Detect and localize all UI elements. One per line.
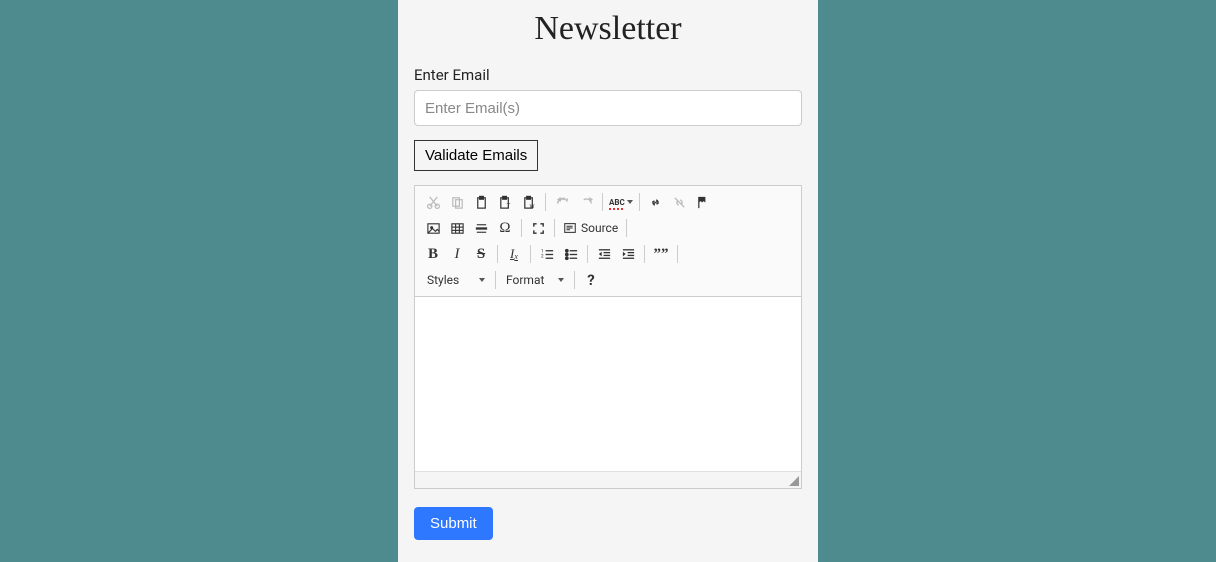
source-button[interactable]: Source: [559, 216, 622, 240]
chevron-down-icon: [627, 200, 633, 204]
format-dropdown[interactable]: Format: [500, 268, 570, 292]
separator: [495, 271, 496, 289]
paste-icon[interactable]: [469, 190, 493, 214]
separator: [545, 193, 546, 211]
special-char-icon[interactable]: Ω: [493, 216, 517, 240]
paste-text-icon[interactable]: T: [493, 190, 517, 214]
newsletter-panel: Newsletter Enter Email Validate Emails T: [398, 0, 818, 562]
separator: [521, 219, 522, 237]
separator: [554, 219, 555, 237]
italic-button[interactable]: I: [445, 242, 469, 266]
paste-word-icon[interactable]: W: [517, 190, 541, 214]
email-input[interactable]: [414, 90, 802, 126]
spellcheck-label: ABC: [609, 198, 625, 207]
page-title: Newsletter: [414, 0, 802, 66]
validate-button[interactable]: Validate Emails: [414, 140, 538, 171]
table-icon[interactable]: [445, 216, 469, 240]
submit-button[interactable]: Submit: [414, 507, 493, 540]
help-button[interactable]: ?: [579, 268, 603, 292]
undo-icon[interactable]: [550, 190, 574, 214]
styles-dropdown[interactable]: Styles: [421, 268, 491, 292]
resize-handle[interactable]: [789, 476, 799, 486]
format-label: Format: [506, 273, 544, 287]
separator: [574, 271, 575, 289]
anchor-icon[interactable]: [692, 190, 716, 214]
link-icon[interactable]: [644, 190, 668, 214]
separator: [626, 219, 627, 237]
unlink-icon[interactable]: [668, 190, 692, 214]
svg-text:T: T: [506, 202, 510, 210]
separator: [644, 245, 645, 263]
indent-icon[interactable]: [616, 242, 640, 266]
email-label: Enter Email: [414, 66, 802, 84]
separator: [587, 245, 588, 263]
copy-icon[interactable]: [445, 190, 469, 214]
styles-label: Styles: [427, 273, 459, 287]
horizontal-rule-icon[interactable]: [469, 216, 493, 240]
maximize-icon[interactable]: [526, 216, 550, 240]
image-icon[interactable]: [421, 216, 445, 240]
outdent-icon[interactable]: [592, 242, 616, 266]
separator: [602, 193, 603, 211]
cut-icon[interactable]: [421, 190, 445, 214]
svg-text:2: 2: [540, 253, 543, 259]
numbered-list-icon[interactable]: 12: [535, 242, 559, 266]
source-label: Source: [581, 221, 618, 235]
blockquote-button[interactable]: ””: [649, 242, 673, 266]
redo-icon[interactable]: [574, 190, 598, 214]
chevron-down-icon: [479, 278, 485, 282]
editor-content-area[interactable]: [415, 297, 801, 472]
chevron-down-icon: [558, 278, 564, 282]
separator: [677, 245, 678, 263]
svg-text:W: W: [529, 204, 534, 210]
spellcheck-button[interactable]: ABC: [607, 190, 635, 214]
editor-statusbar: [415, 472, 801, 488]
separator: [530, 245, 531, 263]
separator: [497, 245, 498, 263]
remove-format-button[interactable]: Ix: [502, 242, 526, 266]
separator: [639, 193, 640, 211]
rich-text-editor: T W ABC: [414, 185, 802, 489]
editor-toolbar: T W ABC: [415, 186, 801, 297]
bold-button[interactable]: B: [421, 242, 445, 266]
strikethrough-button[interactable]: S: [469, 242, 493, 266]
bulleted-list-icon[interactable]: [559, 242, 583, 266]
